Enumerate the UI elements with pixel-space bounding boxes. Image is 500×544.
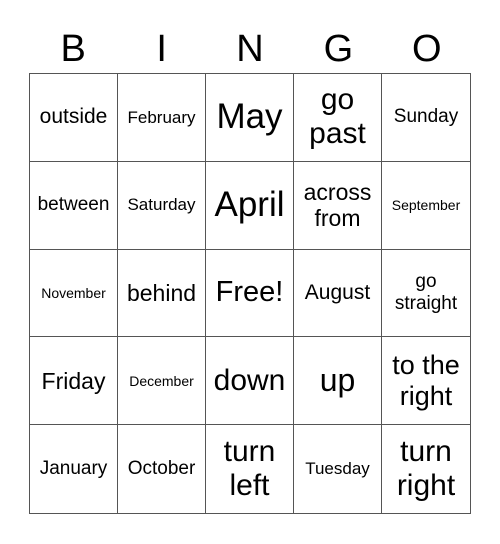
bingo-cell[interactable]: go straight	[382, 250, 470, 338]
bingo-cell[interactable]: go past	[294, 74, 382, 162]
bingo-cell[interactable]: Sunday	[382, 74, 470, 162]
header-letter-o: O	[412, 28, 442, 70]
bingo-cell[interactable]: Friday	[30, 337, 118, 426]
bingo-cell[interactable]: Tuesday	[294, 425, 382, 513]
bingo-cell[interactable]: between	[30, 161, 118, 250]
bingo-cell[interactable]: May	[206, 74, 294, 162]
bingo-header: B I N G O	[29, 26, 471, 72]
bingo-cell[interactable]: October	[118, 425, 206, 513]
header-letter-b: B	[60, 28, 86, 70]
bingo-cell[interactable]: turn right	[382, 425, 470, 513]
bingo-cell[interactable]: November	[30, 249, 118, 338]
bingo-grid: outside February May go past Sunday betw…	[29, 73, 471, 514]
header-letter-g: G	[323, 28, 354, 70]
bingo-cell[interactable]: up	[294, 337, 382, 426]
bingo-cell[interactable]: down	[206, 337, 294, 426]
bingo-cell[interactable]: turn left	[206, 425, 294, 513]
header-letter-n: N	[236, 28, 264, 70]
bingo-cell[interactable]: September	[382, 162, 470, 250]
free-space[interactable]: Free!	[206, 249, 294, 338]
bingo-cell[interactable]: behind	[118, 249, 206, 338]
bingo-cell[interactable]: December	[118, 337, 206, 426]
bingo-cell[interactable]: April	[206, 161, 294, 250]
bingo-cell[interactable]: Saturday	[118, 161, 206, 250]
bingo-cell[interactable]: August	[294, 249, 382, 338]
bingo-cell[interactable]: across from	[294, 161, 382, 250]
bingo-cell[interactable]: to the right	[382, 337, 470, 426]
header-letter-i: I	[156, 28, 167, 70]
bingo-cell[interactable]: outside	[30, 74, 118, 162]
bingo-cell[interactable]: February	[118, 74, 206, 162]
bingo-cell[interactable]: January	[30, 425, 118, 513]
